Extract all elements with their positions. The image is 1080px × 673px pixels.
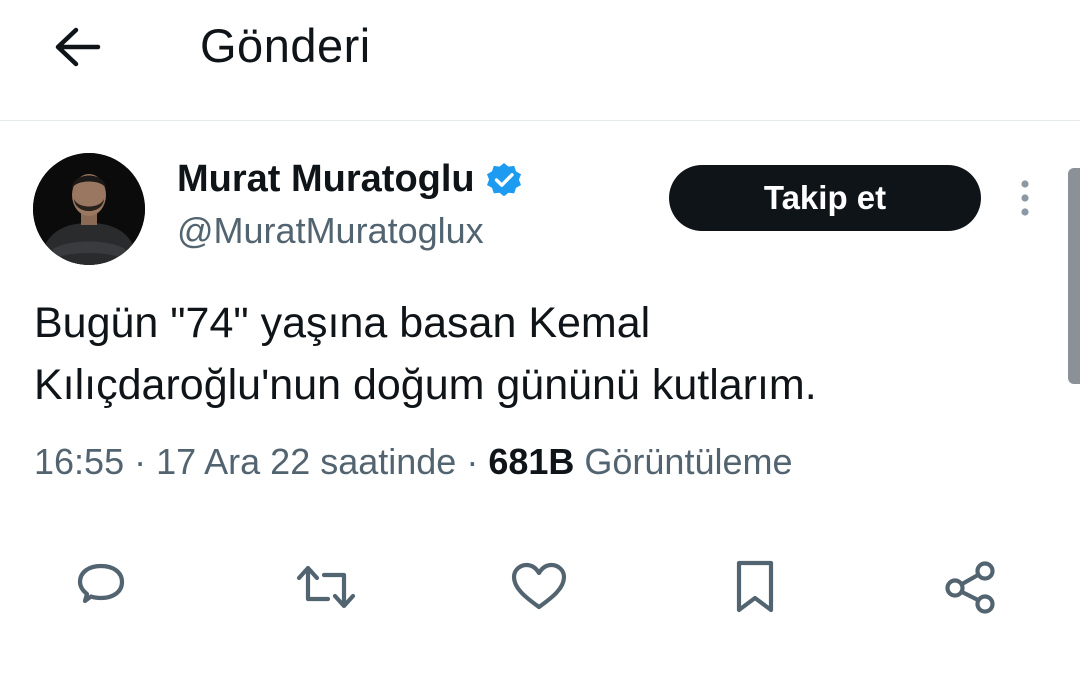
top-bar: Gönderi — [0, 0, 1080, 121]
like-button[interactable] — [508, 556, 570, 618]
views-label: Görüntüleme — [574, 441, 793, 482]
arrow-left-icon — [55, 27, 101, 67]
share-button[interactable] — [939, 556, 1001, 618]
tweet-date[interactable]: 17 Ara 22 saatinde — [156, 441, 456, 482]
tweet-meta: 16:55 · 17 Ara 22 saatinde · 681B Görünt… — [34, 441, 793, 483]
follow-button[interactable]: Takip et — [669, 165, 981, 231]
author-name-row[interactable]: Murat Muratoglu — [177, 158, 523, 201]
tweet-text-line: Kılıçdaroğlu'nun doğum gününü kutlarım. — [34, 361, 817, 409]
tweet-text-line: Bugün "74" yaşına basan Kemal — [34, 299, 651, 347]
more-vertical-icon — [1021, 180, 1029, 216]
reply-button[interactable] — [70, 556, 132, 618]
meta-separator: · — [456, 441, 489, 482]
more-options-button[interactable] — [1005, 178, 1045, 218]
bookmark-button[interactable] — [724, 556, 786, 618]
scrollbar[interactable] — [1068, 168, 1080, 384]
author-display-name[interactable]: Murat Muratoglu — [177, 158, 475, 201]
bookmark-icon — [736, 560, 774, 613]
retweet-button[interactable] — [295, 556, 357, 618]
back-button[interactable] — [46, 22, 108, 72]
views-count[interactable]: 681B — [488, 441, 574, 482]
retweet-icon — [296, 565, 356, 609]
avatar-image — [33, 153, 145, 265]
avatar[interactable] — [33, 153, 145, 265]
meta-separator: · — [124, 441, 157, 482]
page-title: Gönderi — [200, 19, 371, 72]
heart-icon — [511, 562, 567, 610]
tweet-detail-page: Gönderi Murat Muratoglu @MuratMuratoglux… — [0, 0, 1080, 673]
tweet-time[interactable]: 16:55 — [34, 441, 124, 482]
reply-icon — [77, 563, 125, 604]
verified-badge-icon — [485, 161, 523, 199]
author-handle[interactable]: @MuratMuratoglux — [177, 210, 484, 252]
share-icon — [945, 561, 995, 614]
tweet-text: Bugün "74" yaşına basan Kemal Kılıçdaroğ… — [34, 292, 1054, 416]
